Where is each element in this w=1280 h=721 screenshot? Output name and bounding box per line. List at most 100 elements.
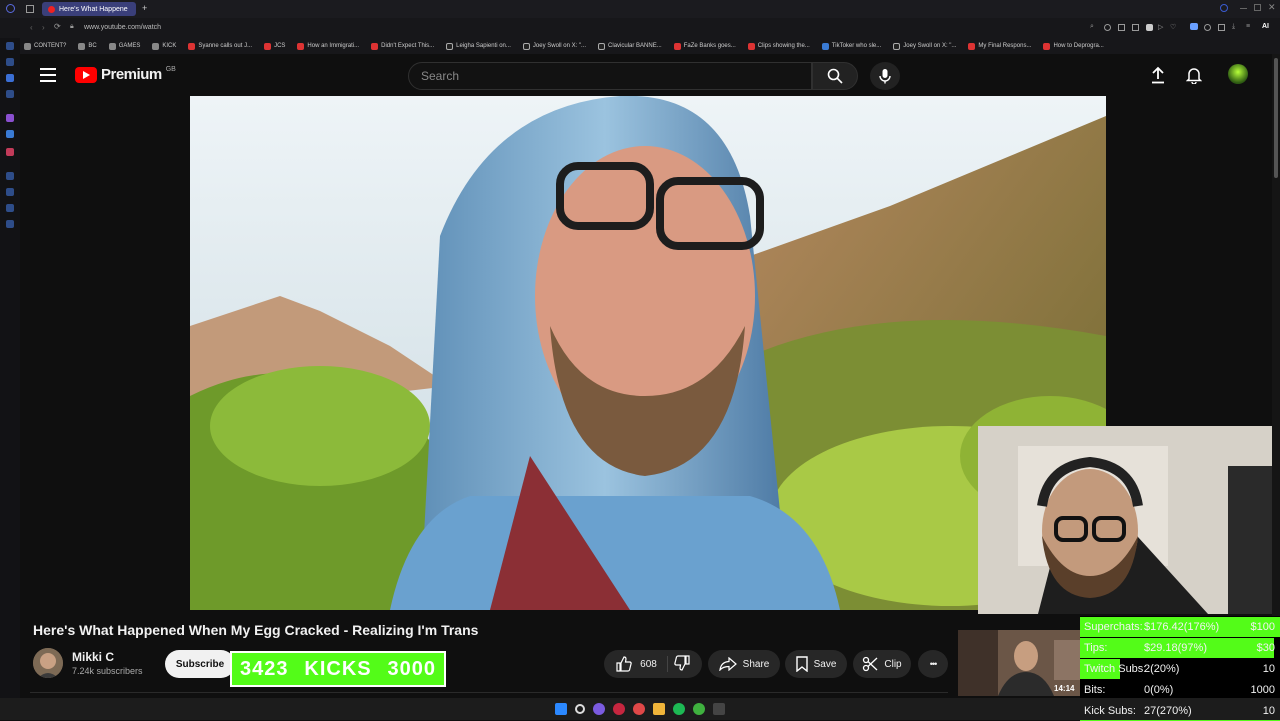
dislike-button[interactable] — [674, 654, 690, 674]
kicks-label: KICKS — [304, 657, 372, 680]
taskbar-search-icon[interactable] — [575, 704, 585, 714]
bookmark-item[interactable]: GAMES — [108, 42, 140, 50]
bookmark-item[interactable]: Didn't Expect This... — [371, 42, 434, 50]
xbox-icon[interactable] — [693, 703, 705, 715]
video-frame-image — [190, 96, 1106, 610]
browser-logo-icon[interactable] — [6, 4, 15, 13]
bookmark-item[interactable]: Leigha Sapienti on... — [446, 42, 511, 50]
sidebar-app-icon[interactable] — [6, 74, 14, 82]
youtube-premium-logo[interactable]: Premium GB — [75, 66, 176, 83]
goal-row: Bits: 0(0%) 1000 — [1080, 680, 1280, 700]
channel-name[interactable]: Mikki C — [72, 650, 114, 664]
bookmark-item[interactable]: Clips showing the... — [747, 42, 810, 50]
sidebar-app-icon[interactable] — [6, 42, 14, 50]
reload-icon[interactable]: ⟳ — [54, 22, 61, 31]
windows-start-icon[interactable] — [555, 703, 567, 715]
sidebar-app-icon[interactable] — [6, 220, 14, 228]
address-bar-row: ‹ › ⟳ 🔒︎ www.youtube.com/watch ⌕ ▷ ♡ ⤓ ≡… — [0, 18, 1280, 38]
bookmark-item[interactable]: Syanne calls out J... — [188, 42, 252, 50]
voice-search-button[interactable] — [870, 62, 900, 90]
url-field[interactable]: www.youtube.com/watch — [84, 24, 161, 31]
sidebar-app-icon[interactable] — [6, 90, 14, 98]
webcam-feed-image — [978, 426, 1280, 614]
streamer-webcam — [978, 426, 1280, 614]
tabs-icon[interactable] — [26, 5, 34, 13]
close-window-icon[interactable]: ✕ — [1268, 2, 1276, 13]
hamburger-menu-icon[interactable] — [40, 68, 56, 82]
bookmark-item[interactable]: My Final Respons... — [968, 42, 1031, 50]
wallet-icon[interactable] — [1218, 24, 1225, 31]
like-button[interactable]: 608 — [616, 656, 668, 672]
subscriber-count: 7.24k subscribers — [72, 666, 143, 676]
bookmark-item[interactable]: How an Immigrati... — [297, 42, 359, 50]
kicks-goal: 3000 — [387, 657, 437, 680]
share-button[interactable]: Share — [708, 650, 780, 678]
bookmark-item[interactable]: CONTENT? — [24, 42, 66, 50]
notifications-button[interactable] — [1185, 66, 1203, 89]
ai-button[interactable]: AI — [1262, 23, 1269, 30]
scrollbar-thumb[interactable] — [1274, 58, 1278, 178]
new-tab-button[interactable]: + — [142, 3, 147, 13]
obs-taskbar-icon[interactable] — [713, 703, 725, 715]
maximize-icon[interactable] — [1254, 4, 1261, 11]
sidebar-app-icon[interactable] — [6, 130, 14, 138]
play-icon[interactable]: ▷ — [1158, 23, 1163, 31]
zoom-icon[interactable]: ⌕ — [1090, 23, 1094, 31]
bookmark-item[interactable]: TikToker who sle... — [821, 42, 881, 50]
goal-value: $176.42(176%) — [1144, 621, 1220, 633]
shield-icon[interactable] — [1146, 24, 1153, 31]
back-icon[interactable]: ‹ — [30, 23, 33, 32]
forward-icon[interactable]: › — [42, 23, 45, 32]
subscribe-button[interactable]: Subscribe — [165, 650, 235, 678]
spotify-icon[interactable] — [673, 703, 685, 715]
thumbs-down-icon — [674, 654, 690, 671]
minimize-icon[interactable] — [1240, 8, 1247, 9]
snapshot-icon[interactable] — [1132, 24, 1139, 31]
youtube-play-logo-icon — [75, 66, 97, 83]
video-player[interactable] — [190, 96, 1106, 610]
clip-label: Clip — [884, 658, 902, 670]
goal-target: 10 — [1262, 663, 1275, 675]
bookmark-item[interactable]: Joey Swoll on X: "... — [522, 42, 586, 50]
settings-icon[interactable] — [1204, 24, 1211, 31]
upload-button[interactable] — [1150, 66, 1166, 89]
sidebar-app-icon[interactable] — [6, 58, 14, 66]
sidebar-app-icon[interactable] — [6, 172, 14, 180]
chrome-taskbar-icon[interactable] — [633, 703, 645, 715]
goal-row: Superchats: $176.42(176%) $100 — [1080, 617, 1280, 637]
search-button[interactable] — [812, 62, 858, 90]
clip-button[interactable]: Clip — [853, 650, 911, 678]
bookmark-item[interactable]: How to Deprogra... — [1043, 42, 1104, 50]
file-explorer-icon[interactable] — [653, 703, 665, 715]
sidebar-app-icon[interactable] — [6, 148, 14, 156]
camera-icon[interactable] — [1104, 24, 1111, 31]
account-avatar[interactable] — [1228, 64, 1248, 84]
browser-taskbar-icon[interactable] — [593, 703, 605, 715]
bookmark-icon — [795, 656, 808, 672]
bookmark-item[interactable]: Joey Swoll on X: "... — [893, 42, 956, 50]
speaker-icon[interactable] — [1190, 23, 1198, 30]
opera-taskbar-icon[interactable] — [613, 703, 625, 715]
kicks-goal-overlay: 3423 KICKS 3000 — [230, 651, 446, 687]
heart-icon[interactable]: ♡ — [1170, 23, 1176, 31]
menu-icon[interactable]: ≡ — [1246, 23, 1250, 30]
search-icon — [827, 68, 843, 84]
bookmark-item[interactable]: Clavicular BANNE... — [598, 42, 662, 50]
sidebar-app-icon[interactable] — [6, 188, 14, 196]
browser-titlebar: Here's What Happene + ✕ — [0, 0, 1280, 18]
extension-icon[interactable] — [1118, 24, 1125, 31]
search-input[interactable]: Search — [408, 62, 812, 90]
browser-tab-active[interactable]: Here's What Happene — [42, 2, 136, 16]
more-actions-button[interactable]: ••• — [918, 650, 948, 678]
download-icon[interactable]: ⤓ — [1232, 23, 1235, 31]
bookmark-item[interactable]: JCS — [264, 42, 285, 50]
sidebar-app-icon[interactable] — [6, 114, 14, 122]
bookmark-item[interactable]: KICK — [152, 42, 176, 50]
channel-avatar[interactable] — [33, 648, 63, 678]
search-tabs-icon[interactable] — [1220, 4, 1228, 12]
bookmark-item[interactable]: FaZe Banks goes... — [673, 42, 736, 50]
goal-value: 0(0%) — [1144, 684, 1174, 696]
save-button[interactable]: Save — [785, 650, 847, 678]
bookmark-item[interactable]: BC — [78, 42, 97, 50]
sidebar-app-icon[interactable] — [6, 204, 14, 212]
